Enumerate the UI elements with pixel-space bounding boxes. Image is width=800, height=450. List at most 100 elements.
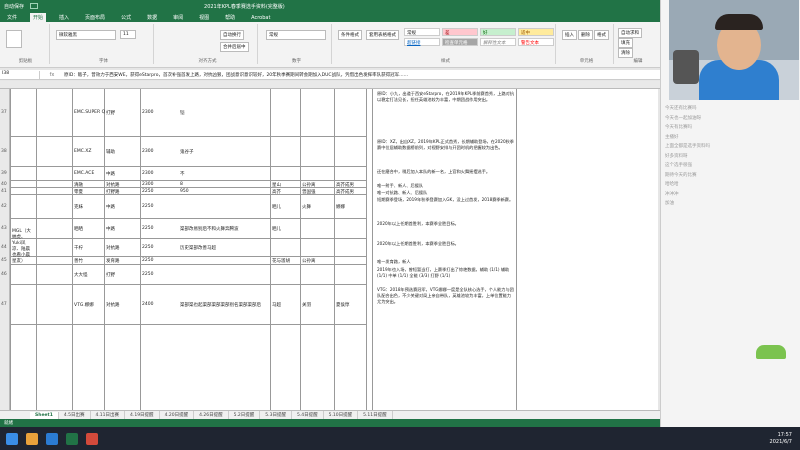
row-number[interactable]: 39 — [1, 171, 7, 176]
cell-player[interactable]: EMC.ACE — [74, 171, 94, 176]
row-number[interactable]: 47 — [1, 302, 7, 307]
cell-price[interactable]: 2300 — [142, 182, 153, 187]
sheet-tab[interactable]: 5.10日提醒 — [324, 411, 359, 419]
row-number[interactable]: 38 — [1, 149, 7, 154]
cell-pos[interactable]: 辅助 — [106, 149, 115, 155]
cell-extra[interactable]: 夏侯惇 — [336, 302, 350, 308]
cell-price[interactable]: 2250 — [142, 226, 153, 231]
sheet-tab[interactable]: 4.11日出赛 — [91, 411, 126, 419]
cell-pos[interactable]: 对抗路 — [106, 302, 120, 308]
cell-extra[interactable]: 花与滥胡 — [272, 258, 290, 264]
tab-0[interactable]: 文件 — [4, 13, 20, 22]
number-format-select[interactable]: 常规 — [266, 30, 326, 40]
cell-player[interactable]: 清融 — [74, 182, 83, 188]
cell-pos[interactable]: 打野路 — [106, 189, 120, 195]
row-number[interactable]: 41 — [1, 189, 7, 194]
notes-cell[interactable]: VTG：2018年预选赛冠军，VTG娜娜一度是全队核心选手，个人能力与团队配合出… — [377, 287, 515, 305]
font-name-select[interactable]: 微软雅黑 — [56, 30, 116, 40]
table-row[interactable]: 千柠 对抗路 2250 历史渠部改善马超 — [10, 239, 366, 257]
cell-extra[interactable]: 晒儿 — [272, 204, 281, 210]
autosave-label[interactable]: 自动保存 — [4, 3, 24, 10]
tab-5[interactable]: 数据 — [144, 13, 160, 22]
cell-price[interactable]: 2300 — [142, 110, 153, 115]
fill-button[interactable]: 填充 — [618, 38, 633, 48]
sheet-tab[interactable]: 4.19日提醒 — [125, 411, 160, 419]
row-number[interactable]: 40 — [1, 182, 7, 187]
fx-icon[interactable]: fx — [40, 72, 64, 78]
cell-extra[interactable]: 高芥成男 — [336, 189, 354, 195]
save-icon[interactable] — [30, 3, 39, 9]
cell-pos[interactable]: 发育路 — [106, 258, 120, 264]
table-row[interactable]: 大大怪 打野 2250 — [10, 265, 366, 285]
cell-price[interactable]: 2300 — [142, 149, 153, 154]
cell-extra[interactable]: 晒儿 — [272, 226, 281, 232]
wrap-text-button[interactable]: 自动换行 — [220, 30, 244, 40]
cell-price[interactable]: 2400 — [142, 302, 153, 307]
cell-pos[interactable]: 中路 — [106, 204, 115, 210]
cell-extra[interactable]: 高芥 — [272, 189, 281, 195]
notes-cell[interactable]: 原ID：小九，出道于西安eStarpro，在2019年KPL季前赛首秀，上路对抗… — [377, 91, 515, 103]
cell-pos[interactable]: 对抗路 — [106, 182, 120, 188]
start-icon[interactable] — [6, 432, 18, 445]
tab-6[interactable]: 审阅 — [170, 13, 186, 22]
style-bad[interactable]: 差 — [442, 28, 478, 36]
cell-extra[interactable]: 公孙离 — [302, 258, 316, 264]
delete-button[interactable]: 删除 — [578, 30, 593, 40]
cell-player[interactable]: 千柠 — [74, 245, 83, 251]
notes-cell[interactable]: 2020年以上任期首胜利，本赛季全胜目标。 — [377, 221, 515, 227]
name-box[interactable]: I38 — [0, 70, 40, 79]
cell-player[interactable]: EMC.SUPER Q — [74, 110, 105, 115]
tab-8[interactable]: 帮助 — [222, 13, 238, 22]
table-row[interactable]: 克妹 中路 2250 晒儿 火舞 娜娜 — [10, 195, 366, 219]
sheet-tab[interactable]: 5.11日提醒 — [358, 411, 393, 419]
notes-cell[interactable]: 唯一对抗路、新人、后援队 — [377, 190, 515, 195]
explorer-icon[interactable] — [26, 432, 38, 445]
style-hyperlink[interactable]: 超链接 — [404, 38, 440, 46]
autosum-button[interactable]: 自动求和 — [618, 28, 642, 38]
excel-icon[interactable] — [66, 432, 78, 445]
style-warning[interactable]: 警告文本 — [518, 38, 554, 46]
cell-player[interactable]: 克妹 — [74, 204, 83, 210]
cell-extra[interactable]: 关羽 — [302, 302, 311, 308]
paste-button[interactable] — [6, 30, 22, 48]
notes-cell[interactable]: 唯一射手、新人、后援队 — [377, 183, 515, 188]
style-good[interactable]: 好 — [480, 28, 516, 36]
table-row[interactable]: 善竹 发育路 2250 花与滥胡 公孙离 — [10, 257, 366, 265]
insert-button[interactable]: 插入 — [562, 30, 577, 40]
sheet-tab[interactable]: 4.20日提醒 — [160, 411, 195, 419]
cell-extra[interactable]: 火舞 — [302, 204, 311, 210]
cell-pos[interactable]: 打野 — [106, 110, 115, 116]
cell-player[interactable]: EMC.XZ — [74, 149, 91, 154]
table-row[interactable]: 零夏 打野路 2250 950 高芥 曾国强 高芥成男 — [10, 188, 366, 195]
cell-hero[interactable]: 渠部渠也起渠部渠部渠部别名渠部渠部后 — [180, 302, 261, 308]
style-check-cell[interactable]: 检查单元格 — [442, 38, 478, 46]
merge-center-button[interactable]: 合并后居中 — [220, 42, 249, 52]
cell-hero[interactable]: 历史渠部改善马超 — [180, 245, 216, 251]
cell-extra[interactable]: 高芥成男 — [336, 182, 354, 188]
table-row[interactable]: 清融 对抗路 2300 8 星山 公孙离 高芥成男 — [10, 181, 366, 188]
cell-hero[interactable]: 8 — [180, 182, 183, 187]
cell-player[interactable]: 善竹 — [74, 258, 83, 264]
table-format-button[interactable]: 套用表格格式 — [366, 30, 399, 40]
row-number[interactable]: 37 — [1, 110, 7, 115]
style-normal[interactable]: 常规 — [404, 28, 440, 36]
cell-price[interactable]: 2250 — [142, 258, 153, 263]
row-number[interactable]: 45 — [1, 258, 7, 263]
team-cell[interactable]: MGL（大纳虎、Yuki凤凉、陆晨也看小晨星友） — [12, 229, 34, 265]
style-neutral[interactable]: 适中 — [518, 28, 554, 36]
cell-price[interactable]: 2250 — [142, 204, 153, 209]
notes-cell[interactable]: 短期赛季登场，2019年秋季登赛加入GK，没上过首发，2018赛季新赛。 — [377, 197, 515, 203]
cell-hero[interactable]: 鬼谷子 — [180, 149, 194, 155]
cell-price[interactable]: 2250 — [142, 189, 153, 194]
cell-hero[interactable]: 不 — [180, 171, 185, 177]
tab-3[interactable]: 页面布局 — [82, 13, 108, 22]
tab-7[interactable]: 视图 — [196, 13, 212, 22]
sheet-tab[interactable]: 5.4日提醒 — [292, 411, 324, 419]
sheet-tab[interactable]: 4.5日出赛 — [59, 411, 91, 419]
cell-pos[interactable]: 对抗路 — [106, 245, 120, 251]
cell-player[interactable]: 大大怪 — [74, 272, 88, 278]
app-icon[interactable] — [86, 432, 98, 445]
formula-input[interactable]: 原ID：敌子，曾效力于西安WE，获得eStarpro，首次补强首发上路，对抗凶狠… — [64, 72, 408, 78]
cell-player[interactable]: VTG.娜娜 — [74, 302, 94, 308]
table-row[interactable]: EMC.ACE 中路 2300 不 — [10, 167, 366, 181]
